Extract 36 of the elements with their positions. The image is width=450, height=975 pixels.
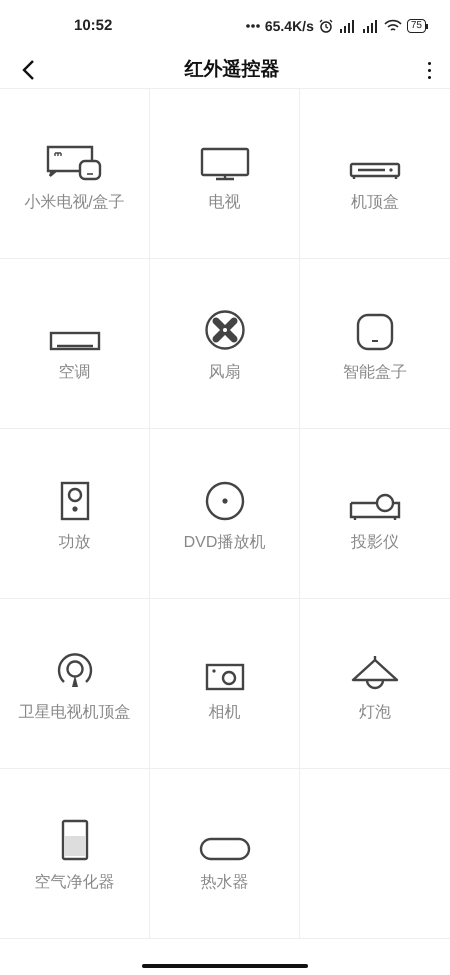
camera-icon bbox=[204, 663, 244, 691]
air-conditioner-icon bbox=[48, 331, 100, 351]
device-option[interactable]: 投影仪 bbox=[300, 429, 450, 598]
device-option[interactable]: 空调 bbox=[0, 259, 149, 428]
device-option[interactable]: 相机 bbox=[150, 599, 299, 768]
signal-icon bbox=[338, 20, 356, 32]
ceiling-lamp-icon bbox=[350, 655, 400, 691]
tv-icon bbox=[200, 147, 250, 181]
speaker-icon bbox=[60, 481, 90, 521]
set-top-box-icon bbox=[349, 161, 401, 181]
page-title: 红外遥控器 bbox=[184, 58, 280, 82]
signal-icon bbox=[360, 20, 379, 32]
device-option[interactable]: 小米电视/盒子 bbox=[0, 89, 149, 258]
device-option[interactable]: 电视 bbox=[150, 89, 299, 258]
fan-icon bbox=[204, 309, 246, 351]
device-option[interactable]: 灯泡 bbox=[300, 599, 450, 768]
device-option[interactable]: 空气净化器 bbox=[0, 769, 149, 938]
rounded-box-icon bbox=[356, 313, 394, 351]
air-purifier-icon bbox=[60, 819, 88, 861]
device-option[interactable]: DVD播放机 bbox=[150, 429, 299, 598]
device-option[interactable]: 热水器 bbox=[150, 769, 299, 938]
disc-icon bbox=[204, 481, 244, 521]
battery-indicator: 75 bbox=[406, 19, 428, 33]
water-heater-icon bbox=[198, 837, 250, 861]
device-option[interactable]: 机顶盒 bbox=[300, 89, 450, 258]
device-option[interactable]: 功放 bbox=[0, 429, 149, 598]
device-option[interactable]: 风扇 bbox=[150, 259, 299, 428]
alarm-clock-icon bbox=[318, 19, 333, 33]
projector-icon bbox=[349, 491, 401, 521]
status-time: 10:52 bbox=[74, 16, 112, 36]
dots-icon bbox=[246, 24, 260, 28]
network-speed: 65.4K/s bbox=[264, 16, 314, 36]
device-option[interactable]: 卫星电视机顶盒 bbox=[0, 599, 149, 768]
wifi-icon bbox=[384, 19, 402, 33]
device-option[interactable]: 智能盒子 bbox=[300, 259, 450, 428]
tv-with-box-icon bbox=[46, 145, 104, 181]
